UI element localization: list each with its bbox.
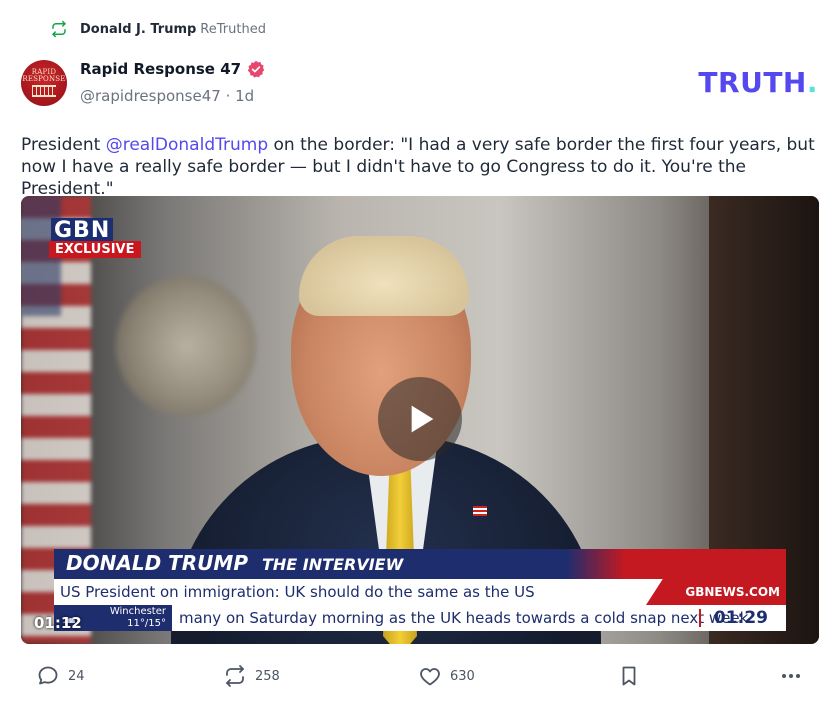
exclusive-badge: EXCLUSIVE	[49, 241, 141, 258]
like-button[interactable]: 630	[418, 664, 475, 688]
play-icon	[411, 405, 434, 433]
avatar-text: RAPID RESPONSE	[22, 68, 66, 83]
news-ticker: DONALD TRUMP THE INTERVIEW US President …	[54, 549, 786, 631]
account-name-row: Rapid Response 47	[80, 60, 265, 78]
reply-button[interactable]: 24	[36, 664, 85, 688]
post-time[interactable]: 1d	[235, 87, 254, 105]
more-options-button[interactable]	[779, 664, 811, 688]
reply-count: 24	[68, 668, 85, 684]
action-bar: 24 258 630	[21, 664, 819, 696]
account-name[interactable]: Rapid Response 47	[80, 60, 241, 78]
account-handle[interactable]: @rapidresponse47	[80, 87, 221, 105]
bookmark-icon	[617, 664, 641, 688]
retruth-icon	[50, 20, 68, 38]
ticker-scroll-text: many on Saturday morning as the UK heads…	[179, 609, 749, 627]
retruth-indicator: Donald J. Trump ReTruthed	[50, 20, 266, 38]
background-seal	[116, 276, 256, 416]
retruth-count: 258	[255, 668, 280, 684]
weather-city: Winchester	[109, 606, 166, 617]
comment-icon	[36, 664, 60, 688]
video-elapsed-time: 01:12	[34, 614, 82, 632]
retruth-verb: ReTruthed	[200, 21, 266, 37]
weather-temp: 11°/15°	[127, 618, 166, 629]
truth-social-logo[interactable]: TRUTH.	[698, 66, 818, 99]
like-count: 630	[450, 668, 475, 684]
logo-text: TRUTH	[698, 66, 807, 99]
play-button[interactable]	[378, 377, 462, 461]
mention-link[interactable]: @realDonaldTrump	[106, 135, 268, 155]
ellipsis-icon	[779, 664, 803, 688]
video-player[interactable]: GBN EXCLUSIVE DONALD TRUMP THE INTERVIEW…	[21, 196, 819, 644]
ticker-site: GBNEWS.COM	[685, 585, 780, 599]
heart-icon	[418, 664, 442, 688]
avatar[interactable]: RAPID RESPONSE	[21, 60, 67, 106]
headline-name: DONALD TRUMP	[66, 551, 248, 575]
meta-separator: ·	[220, 87, 236, 105]
ticker-clock: 01:29	[713, 608, 768, 628]
retruth-action-icon	[223, 664, 247, 688]
headline-title: THE INTERVIEW	[262, 555, 404, 574]
ticker-headline: DONALD TRUMP THE INTERVIEW	[54, 549, 786, 579]
logo-dot: .	[806, 66, 818, 99]
post-text: President @realDonaldTrump on the border…	[21, 134, 821, 200]
account-meta: @rapidresponse47 · 1d	[80, 87, 254, 105]
flag-pin	[473, 506, 487, 516]
ticker-scroll-bar: ☁ Winchester 11°/15° many on Saturday mo…	[54, 605, 786, 631]
ticker-subtitle-bar: US President on immigration: UK should d…	[54, 579, 786, 605]
ticker-subtitle: US President on immigration: UK should d…	[60, 583, 535, 601]
post-prefix: President	[21, 135, 106, 155]
white-house-icon	[32, 85, 56, 97]
speaker-hair	[299, 236, 469, 316]
retruth-button[interactable]: 258	[223, 664, 280, 688]
verified-badge-icon	[247, 60, 265, 78]
ticker-separator	[699, 609, 701, 627]
retruth-author[interactable]: Donald J. Trump	[80, 22, 196, 37]
channel-logo: GBN	[51, 218, 114, 243]
bookmark-button[interactable]	[617, 664, 649, 688]
